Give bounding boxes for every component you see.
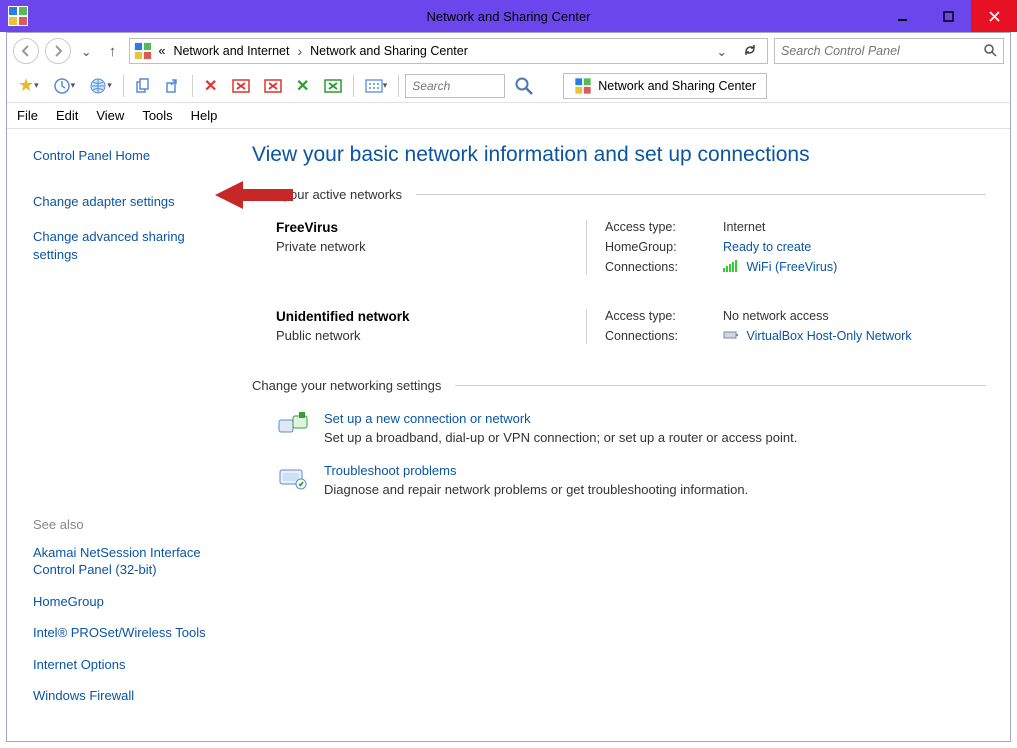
network2-type: Public network xyxy=(276,328,526,343)
menu-bar: File Edit View Tools Help xyxy=(7,103,1010,129)
see-also-header: See also xyxy=(33,517,228,532)
wifi-signal-icon xyxy=(723,260,739,275)
delete-box-red2-button[interactable] xyxy=(259,73,287,99)
search-input[interactable] xyxy=(781,44,983,58)
window-title: Network and Sharing Center xyxy=(0,9,1017,24)
setup-connection-icon xyxy=(276,411,310,441)
breadcrumb-separator[interactable] xyxy=(295,43,304,59)
minimize-button[interactable] xyxy=(879,0,925,32)
toolbar-search-input[interactable] xyxy=(405,74,505,98)
window-body: ⌄ ↑ « Network and Internet Network and S… xyxy=(6,32,1011,742)
see-also-intel[interactable]: Intel® PROSet/Wireless Tools xyxy=(33,624,228,642)
window-icon xyxy=(8,6,28,26)
refresh-button[interactable] xyxy=(737,43,763,60)
close-button[interactable] xyxy=(971,0,1017,32)
breadcrumb-overflow[interactable]: « xyxy=(156,42,167,60)
history-dropdown[interactable]: ⌄ xyxy=(77,44,95,59)
breadcrumb-sharing-center[interactable]: Network and Sharing Center xyxy=(308,42,470,60)
address-icon xyxy=(134,42,152,60)
delete-red-button[interactable]: ✕ xyxy=(199,73,223,99)
troubleshoot-link[interactable]: Troubleshoot problems xyxy=(324,463,748,478)
troubleshoot-item: Troubleshoot problems Diagnose and repai… xyxy=(276,463,986,497)
globe-button[interactable]: ▾ xyxy=(84,73,117,99)
active-networks-label: View your active networks xyxy=(252,187,402,202)
search-box[interactable] xyxy=(774,38,1004,64)
move-button[interactable] xyxy=(160,73,186,99)
network1-homegroup-link[interactable]: Ready to create xyxy=(723,240,811,254)
setup-connection-item: Set up a new connection or network Set u… xyxy=(276,411,986,445)
setup-connection-desc: Set up a broadband, dial-up or VPN conne… xyxy=(324,430,797,445)
main-panel: View your basic network information and … xyxy=(242,129,1010,731)
delete-green-button[interactable]: ✕ xyxy=(291,73,315,99)
active-networks-header: View your active networks xyxy=(252,187,986,206)
adapter-icon xyxy=(723,329,739,344)
breadcrumb-network-internet[interactable]: Network and Internet xyxy=(171,42,291,60)
change-settings-header: Change your networking settings xyxy=(252,378,986,397)
see-also: See also Akamai NetSession Interface Con… xyxy=(33,391,228,719)
network1-type: Private network xyxy=(276,239,526,254)
network1-conn-label: Connections: xyxy=(605,260,715,275)
maximize-button[interactable] xyxy=(925,0,971,32)
network1-name: FreeVirus xyxy=(276,220,526,235)
tab-label: Network and Sharing Center xyxy=(598,79,756,93)
tab-icon xyxy=(576,78,591,93)
menu-file[interactable]: File xyxy=(17,108,38,123)
network1-conn-link[interactable]: WiFi (FreeVirus) xyxy=(746,260,837,274)
menu-view[interactable]: View xyxy=(96,108,124,123)
content: Control Panel Home Change adapter settin… xyxy=(7,129,1010,741)
network2-access-value: No network access xyxy=(723,309,912,323)
menu-edit[interactable]: Edit xyxy=(56,108,78,123)
network-block-2: Unidentified network Public network Acce… xyxy=(276,309,986,344)
nav-row: ⌄ ↑ « Network and Internet Network and S… xyxy=(7,33,1010,69)
sidebar: Control Panel Home Change adapter settin… xyxy=(7,129,242,731)
up-button[interactable]: ↑ xyxy=(101,43,123,60)
see-also-homegroup[interactable]: HomeGroup xyxy=(33,593,228,611)
titlebar: Network and Sharing Center xyxy=(0,0,1017,32)
address-dropdown[interactable]: ⌄ xyxy=(711,44,733,59)
view-options-button[interactable]: ▾ xyxy=(360,73,393,99)
copy-button[interactable] xyxy=(130,73,156,99)
forward-button[interactable] xyxy=(45,38,71,64)
favorites-button[interactable]: ★▾ xyxy=(13,73,44,99)
network1-access-value: Internet xyxy=(723,220,837,234)
network2-conn-label: Connections: xyxy=(605,329,715,344)
search-icon[interactable] xyxy=(983,43,997,60)
toolbar: ★▾ ▾ ▾ ✕ ✕ ▾ xyxy=(7,69,1010,103)
menu-tools[interactable]: Tools xyxy=(142,108,172,123)
setup-connection-link[interactable]: Set up a new connection or network xyxy=(324,411,797,426)
see-also-firewall[interactable]: Windows Firewall xyxy=(33,687,228,705)
back-button[interactable] xyxy=(13,38,39,64)
window-controls xyxy=(879,0,1017,32)
sidebar-change-advanced[interactable]: Change advanced sharing settings xyxy=(33,228,228,263)
see-also-internet-options[interactable]: Internet Options xyxy=(33,656,228,674)
menu-help[interactable]: Help xyxy=(191,108,218,123)
address-bar[interactable]: « Network and Internet Network and Shari… xyxy=(129,38,768,64)
history-button[interactable]: ▾ xyxy=(48,73,81,99)
troubleshoot-desc: Diagnose and repair network problems or … xyxy=(324,482,748,497)
troubleshoot-icon xyxy=(276,463,310,493)
network1-access-label: Access type: xyxy=(605,220,715,234)
toolbar-tab-sharing-center[interactable]: Network and Sharing Center xyxy=(563,73,767,99)
sidebar-change-adapter[interactable]: Change adapter settings xyxy=(33,193,228,211)
network1-homegroup-label: HomeGroup: xyxy=(605,240,715,254)
page-title: View your basic network information and … xyxy=(252,143,986,167)
network2-conn-link[interactable]: VirtualBox Host-Only Network xyxy=(746,329,911,343)
delete-box-red-button[interactable] xyxy=(227,73,255,99)
see-also-akamai[interactable]: Akamai NetSession Interface Control Pane… xyxy=(33,544,228,579)
change-settings-label: Change your networking settings xyxy=(252,378,441,393)
network2-name: Unidentified network xyxy=(276,309,526,324)
network-block-1: FreeVirus Private network Access type: I… xyxy=(276,220,986,275)
network2-access-label: Access type: xyxy=(605,309,715,323)
toolbar-search-button[interactable] xyxy=(509,73,539,99)
sidebar-control-panel-home[interactable]: Control Panel Home xyxy=(33,147,228,165)
delete-box-green-button[interactable] xyxy=(319,73,347,99)
